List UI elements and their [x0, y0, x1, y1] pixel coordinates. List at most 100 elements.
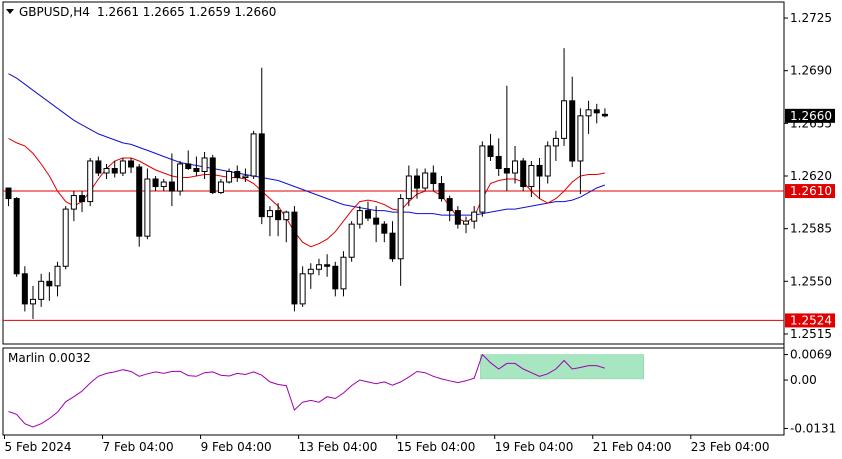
time-tick-label: 15 Feb 04:00	[397, 440, 476, 454]
candle-body	[356, 210, 363, 225]
current-price-label: 1.2660	[790, 109, 832, 123]
candle	[250, 130, 257, 180]
candle-body	[30, 298, 37, 305]
candle-body	[185, 163, 192, 169]
candle-body	[373, 217, 380, 225]
candle-body	[397, 198, 404, 260]
candle-body	[561, 100, 568, 139]
candle-body	[168, 181, 175, 192]
candle-body	[593, 109, 600, 114]
candle-body	[544, 145, 551, 177]
highlight-zone	[480, 354, 645, 380]
price-tick-label: 1.2585	[790, 222, 832, 236]
candle-body	[119, 160, 126, 174]
candle	[177, 160, 184, 196]
candle-body	[422, 172, 429, 189]
candle-body	[536, 164, 543, 177]
candle-body	[569, 100, 576, 162]
candle-body	[283, 211, 290, 221]
candle-body	[275, 210, 282, 221]
candle-body	[299, 273, 306, 305]
candle-body	[201, 157, 208, 172]
candle-body	[552, 137, 559, 147]
candle-body	[242, 175, 249, 179]
time-tick-label: 19 Feb 04:00	[495, 440, 574, 454]
candle-body	[487, 145, 494, 157]
candle-body	[177, 163, 184, 192]
osc-tick-label: -0.0131	[790, 421, 836, 435]
ohlc-readout: 1.2661 1.2665 1.2659 1.2660	[97, 5, 276, 19]
candle	[13, 197, 20, 277]
candle-body	[512, 160, 519, 174]
chart-background	[0, 0, 842, 459]
candle	[144, 168, 151, 240]
level-price-label: 1.2524	[790, 313, 832, 327]
candle-body	[389, 232, 396, 260]
candle	[520, 157, 527, 192]
time-tick-label: 21 Feb 04:00	[593, 440, 672, 454]
candle-body	[128, 160, 135, 168]
candle-body	[348, 223, 355, 258]
price-tick-label: 1.2550	[790, 274, 832, 288]
candle-body	[62, 208, 69, 267]
candle-body	[209, 157, 216, 194]
candle-body	[381, 223, 388, 234]
time-tick-label: 9 Feb 04:00	[201, 440, 272, 454]
candle	[87, 157, 94, 207]
candle-body	[601, 113, 608, 117]
candle	[291, 206, 298, 312]
candle-body	[520, 160, 527, 188]
candle-body	[87, 160, 94, 203]
time-tick-label: 23 Feb 04:00	[691, 440, 770, 454]
candle-body	[266, 210, 273, 218]
candle-body	[315, 264, 322, 270]
candle-body	[577, 115, 584, 162]
candle-body	[528, 164, 535, 188]
candle	[62, 206, 69, 270]
candle-body	[70, 195, 77, 210]
time-tick-label: 7 Feb 04:00	[103, 440, 174, 454]
candle-body	[217, 181, 224, 194]
candle-body	[495, 155, 502, 169]
candle	[119, 157, 126, 177]
candle-body	[250, 133, 257, 177]
candle-body	[324, 264, 331, 267]
candle-body	[79, 195, 86, 203]
candle-body	[446, 198, 453, 212]
candle-body	[46, 280, 53, 287]
candle-body	[95, 160, 102, 174]
candle-body	[479, 145, 486, 213]
price-chart[interactable]: 1.27251.26901.26551.26201.25851.25501.25…	[0, 0, 842, 459]
candle-body	[340, 256, 347, 290]
candle-body	[332, 265, 339, 290]
indicator-label: Marlin 0.0032	[8, 351, 91, 365]
candle-body	[454, 210, 461, 225]
candle-body	[226, 170, 233, 183]
candle-body	[13, 198, 20, 275]
candle-body	[471, 211, 478, 222]
candle-body	[258, 133, 265, 218]
candle-body	[291, 211, 298, 305]
candle-body	[234, 170, 241, 179]
candle-body	[438, 183, 445, 200]
candle-body	[405, 175, 412, 200]
price-tick-label: 1.2515	[790, 327, 832, 341]
candle-body	[111, 167, 118, 174]
candle-body	[585, 109, 592, 117]
price-tick-label: 1.2725	[790, 11, 832, 25]
candle-body	[307, 268, 314, 275]
candle	[479, 141, 486, 217]
candle	[136, 163, 143, 247]
candle-body	[38, 280, 45, 300]
candle	[209, 154, 216, 195]
price-tick-label: 1.2690	[790, 64, 832, 78]
candle-body	[430, 172, 437, 185]
level-price-label: 1.2610	[790, 184, 832, 198]
candle-body	[364, 210, 371, 219]
candle-body	[136, 166, 143, 237]
candle-body	[503, 167, 510, 174]
candle-body	[5, 187, 12, 200]
time-tick-label: 13 Feb 04:00	[299, 440, 378, 454]
candle-body	[193, 167, 200, 172]
time-tick-label: 5 Feb 2024	[5, 440, 72, 454]
